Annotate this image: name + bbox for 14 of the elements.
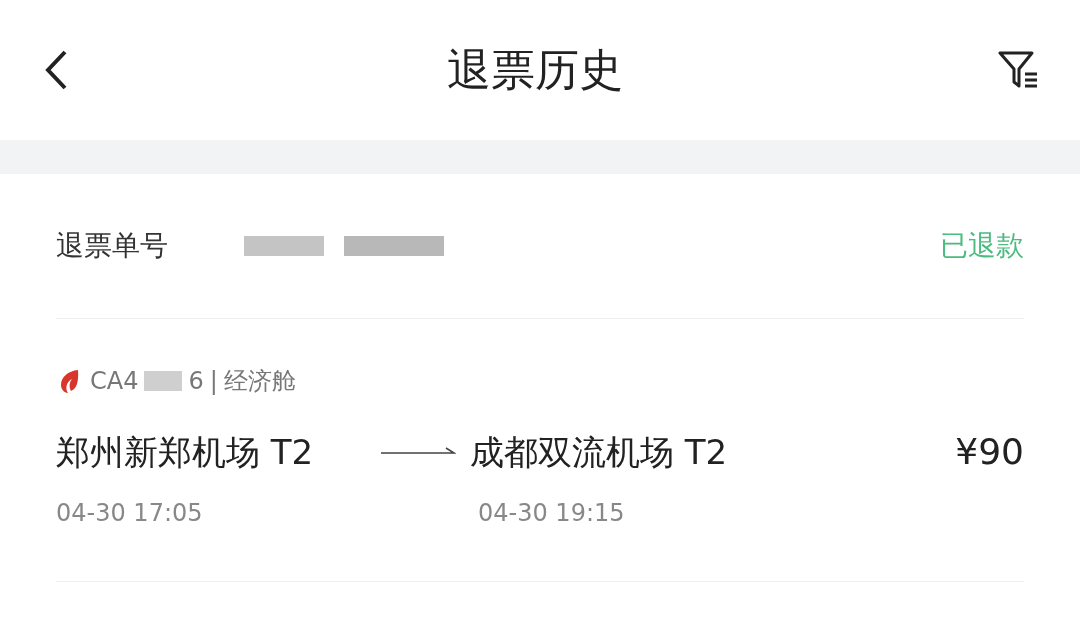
blurred-flight-digits xyxy=(144,371,183,391)
departure-time: 04-30 17:05 xyxy=(56,498,204,529)
arrival-airport: 成都双流机场 T2 xyxy=(470,430,728,474)
departure-airport: 郑州新郑机场 T2 xyxy=(56,430,315,474)
flight-number-start: CA4 xyxy=(90,366,139,397)
flight-number-end: 6 xyxy=(188,366,204,397)
cabin-class: 经济舱 xyxy=(223,366,296,397)
order-label: 退票单号 xyxy=(56,228,168,264)
refund-status: 已退款 xyxy=(940,228,1024,264)
separator: | xyxy=(209,366,218,397)
price: ¥90 xyxy=(955,430,1024,474)
back-icon xyxy=(43,48,69,92)
arrival-time: 04-30 19:15 xyxy=(478,498,625,529)
page-title: 退票历史 xyxy=(447,43,623,97)
